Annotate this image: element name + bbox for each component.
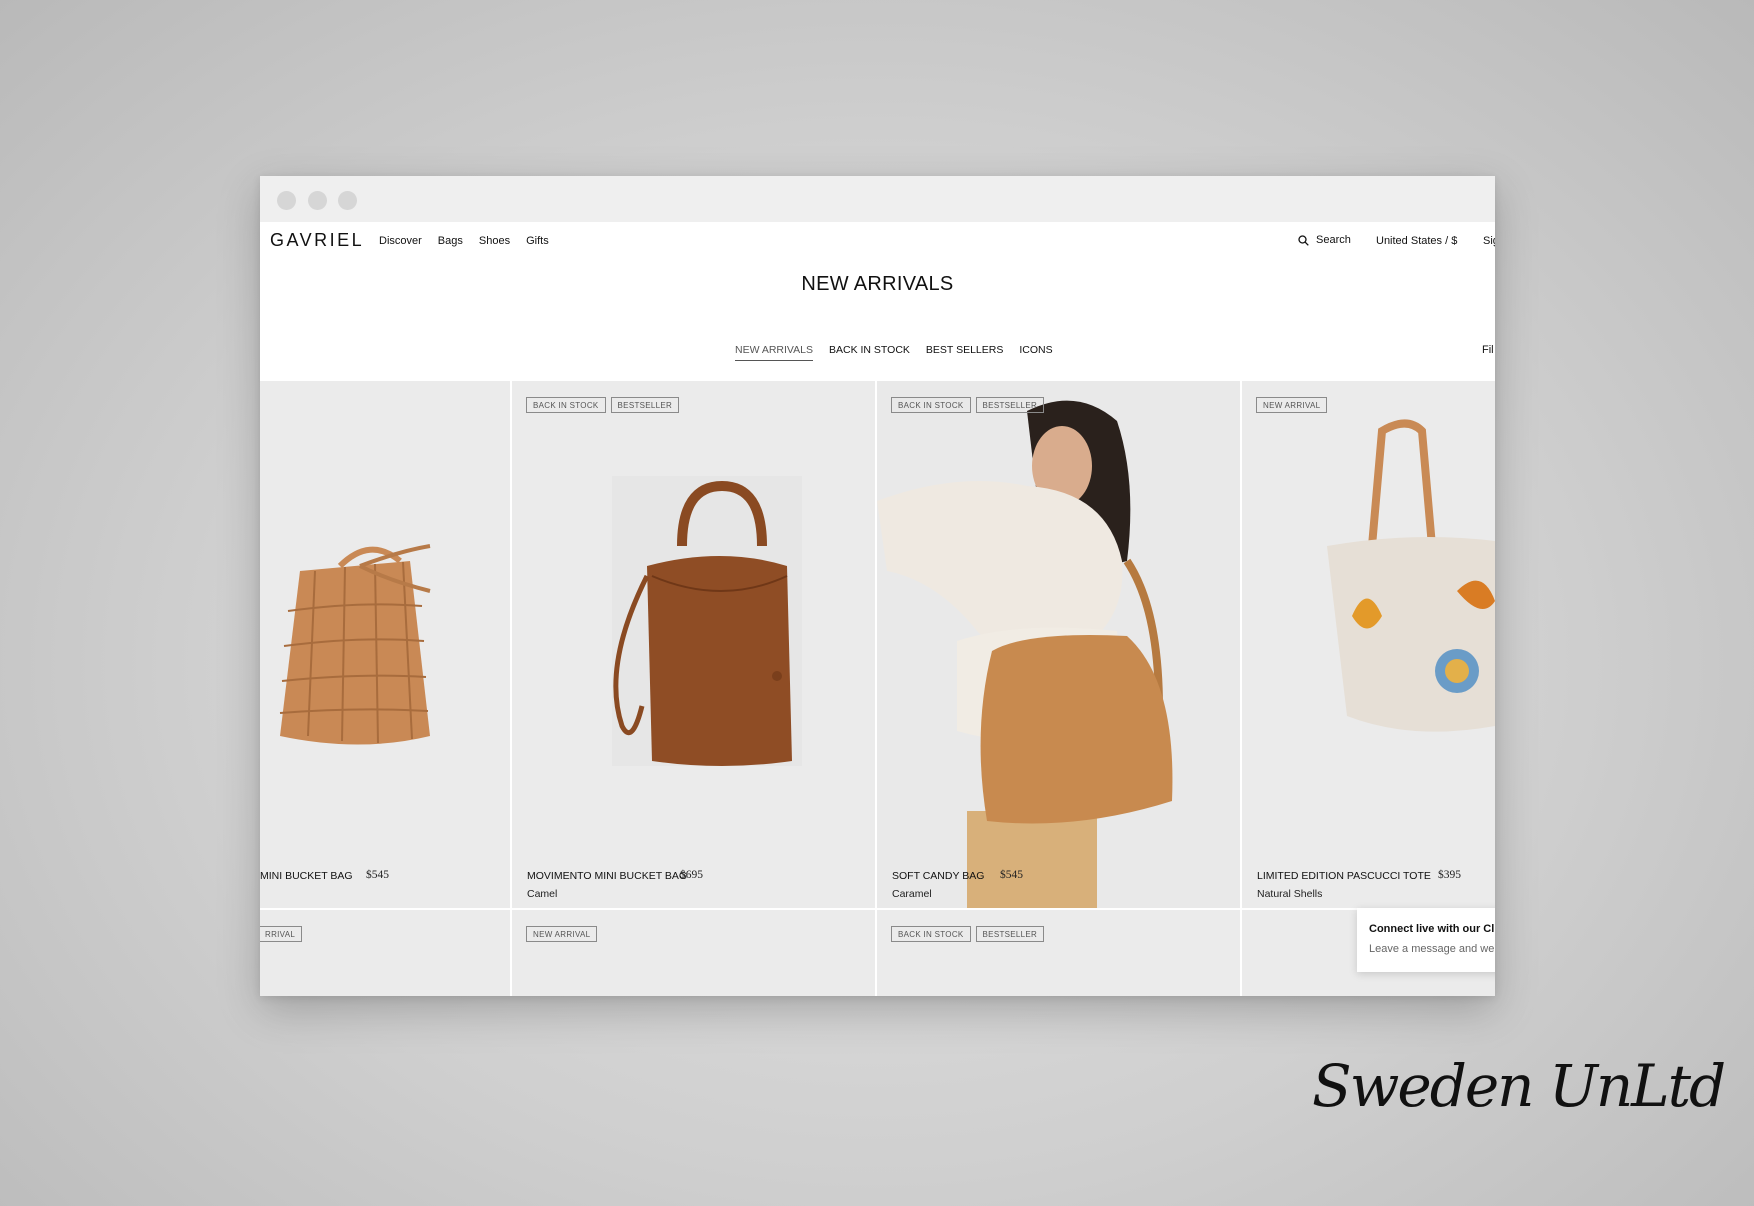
- nav-item-gifts[interactable]: Gifts: [526, 235, 549, 247]
- product-card[interactable]: BACK IN STOCK BESTSELLER SOFT CANDY BAG …: [877, 381, 1240, 908]
- badge-group: NEW ARRIVAL: [526, 926, 598, 942]
- badge-group: BACK IN STOCK BESTSELLER: [526, 397, 680, 413]
- product-card[interactable]: BACK IN STOCK BESTSELLER MOVIMENTO MINI …: [512, 381, 875, 908]
- product-grid: MINI BUCKET BAG $545 BACK IN STOCK BESTS…: [260, 381, 1495, 996]
- badge-new-arrival: NEW ARRIVAL: [1256, 397, 1328, 413]
- tab-best-sellers[interactable]: BEST SELLERS: [926, 344, 1003, 361]
- product-color: Camel: [527, 888, 558, 900]
- product-name: MOVIMENTO MINI BUCKET BAG: [527, 870, 688, 882]
- product-card[interactable]: BACK IN STOCK BESTSELLER: [877, 910, 1240, 996]
- badge-new-arrival: NEW ARRIVAL: [526, 926, 598, 942]
- browser-titlebar: [260, 176, 1495, 222]
- nav-item-shoes[interactable]: Shoes: [479, 235, 510, 247]
- search-button[interactable]: Search: [1298, 234, 1351, 246]
- chat-subtitle: Leave a message and we': [1369, 943, 1495, 955]
- window-maximize-dot[interactable]: [338, 191, 357, 210]
- badge-bestseller: BESTSELLER: [975, 926, 1045, 942]
- product-name: SOFT CANDY BAG: [892, 870, 985, 882]
- product-price: $545: [1000, 869, 1023, 881]
- product-card[interactable]: MINI BUCKET BAG $545: [260, 381, 510, 908]
- badge-group: NEW ARRIVAL: [1256, 397, 1328, 413]
- soft-candy-bag-model-image: [877, 400, 1173, 908]
- badge-bestseller: BESTSELLER: [610, 397, 680, 413]
- badge-back-in-stock: BACK IN STOCK: [526, 397, 606, 413]
- product-color: Natural Shells: [1257, 888, 1323, 900]
- search-label: Search: [1316, 234, 1351, 246]
- nav-item-bags[interactable]: Bags: [438, 235, 463, 247]
- movimento-bag-image: [612, 476, 802, 766]
- pascucci-tote-image: [1327, 419, 1495, 732]
- tab-new-arrivals[interactable]: NEW ARRIVALS: [735, 344, 813, 361]
- collection-tabs: NEW ARRIVALS BACK IN STOCK BEST SELLERS …: [735, 344, 1053, 361]
- browser-window: GAVRIEL Discover Bags Shoes Gifts Search…: [260, 176, 1495, 996]
- locale-selector[interactable]: United States / $: [1376, 235, 1457, 247]
- product-card[interactable]: NEW ARRIVAL: [512, 910, 875, 996]
- badge-group: RRIVAL: [260, 926, 303, 942]
- product-price: $695: [680, 869, 703, 881]
- chat-title: Connect live with our Cli: [1369, 923, 1495, 935]
- nav-item-discover[interactable]: Discover: [379, 235, 422, 247]
- badge-bestseller: BESTSELLER: [975, 397, 1045, 413]
- live-chat-popup[interactable]: Connect live with our Cli Leave a messag…: [1357, 908, 1495, 972]
- window-minimize-dot[interactable]: [308, 191, 327, 210]
- sign-in-link[interactable]: Sig: [1483, 235, 1495, 247]
- brand-logo[interactable]: GAVRIEL: [270, 230, 364, 251]
- window-close-dot[interactable]: [277, 191, 296, 210]
- woven-bucket-bag-image: [279, 544, 431, 745]
- product-price: $395: [1438, 869, 1461, 881]
- badge-new-arrival: RRIVAL: [260, 926, 303, 942]
- product-card[interactable]: RRIVAL: [260, 910, 510, 996]
- badge-back-in-stock: BACK IN STOCK: [891, 397, 971, 413]
- product-price: $545: [366, 869, 389, 881]
- badge-group: BACK IN STOCK BESTSELLER: [891, 926, 1045, 942]
- watermark-signature: Sweden UnLtd: [1312, 1052, 1726, 1120]
- page-title: NEW ARRIVALS: [801, 273, 954, 295]
- product-name: LIMITED EDITION PASCUCCI TOTE: [1257, 870, 1431, 882]
- badge-group: BACK IN STOCK BESTSELLER: [891, 397, 1045, 413]
- badge-back-in-stock: BACK IN STOCK: [891, 926, 971, 942]
- product-color: Caramel: [892, 888, 932, 900]
- tab-back-in-stock[interactable]: BACK IN STOCK: [829, 344, 910, 361]
- search-icon: [1298, 234, 1309, 246]
- tab-icons[interactable]: ICONS: [1019, 344, 1052, 361]
- main-nav: Discover Bags Shoes Gifts: [379, 235, 549, 247]
- product-card[interactable]: NEW ARRIVAL LIMITED EDITION PASCUCCI TOT…: [1242, 381, 1495, 908]
- product-name: MINI BUCKET BAG: [260, 870, 353, 882]
- filter-button[interactable]: Fil: [1482, 344, 1494, 356]
